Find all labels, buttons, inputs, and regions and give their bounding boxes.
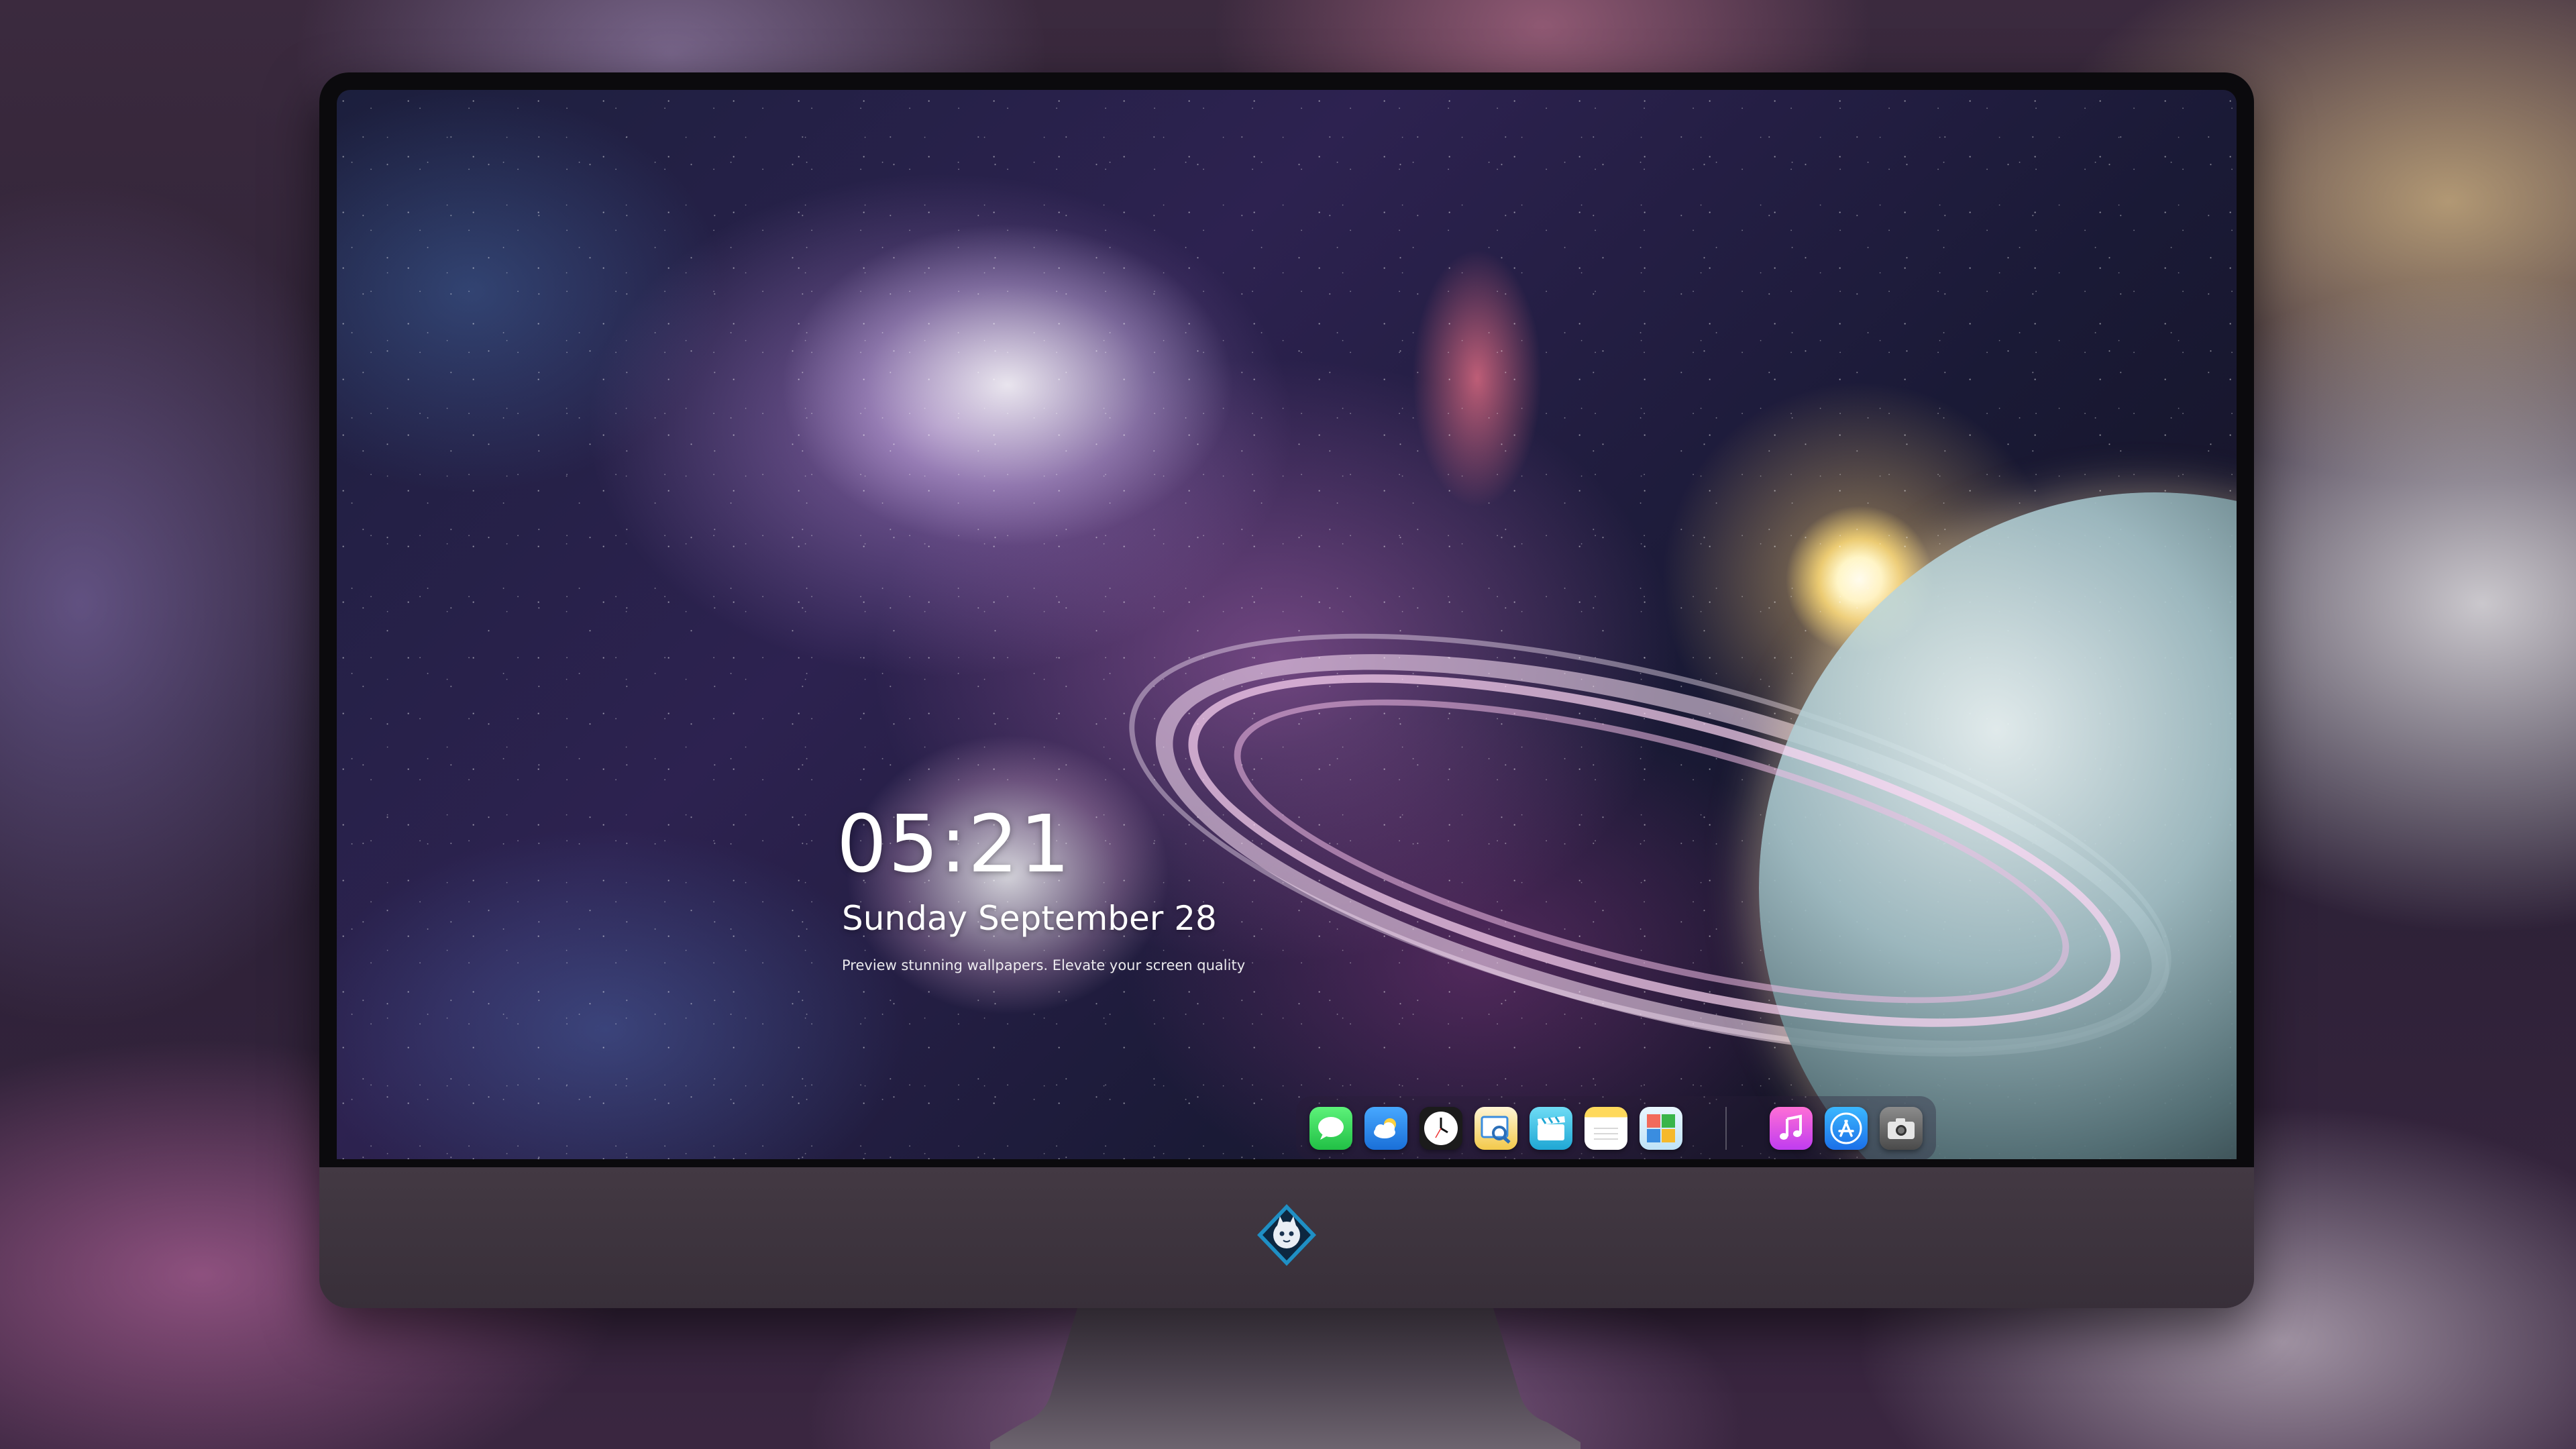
weather-app-icon[interactable] (1364, 1107, 1407, 1150)
wallpaper-tagline: Preview stunning wallpapers. Elevate you… (842, 957, 1246, 973)
clock-time: 05:21 (837, 798, 1072, 890)
monitor-stand (990, 1308, 1580, 1449)
messages-app-icon[interactable] (1309, 1107, 1352, 1150)
monitor: 05:21 Sunday September 28 Preview stunni… (319, 72, 2254, 1308)
photo-booth-app-icon[interactable] (1640, 1107, 1682, 1150)
app-store-app-icon[interactable] (1825, 1107, 1868, 1150)
desktop-screen: 05:21 Sunday September 28 Preview stunni… (337, 90, 2237, 1159)
music-note-icon (1780, 1114, 1802, 1140)
photo-viewer-icon (1481, 1116, 1511, 1144)
clapperboard-icon (1538, 1116, 1565, 1140)
music-app-icon[interactable] (1770, 1107, 1813, 1150)
photo-grid-icon (1647, 1114, 1675, 1142)
notes-icon (1594, 1128, 1618, 1140)
dock (1296, 1096, 1936, 1159)
camera-icon (1888, 1118, 1915, 1139)
dock-separator (1725, 1107, 1727, 1150)
cloud-sun-icon (1374, 1118, 1396, 1138)
monitor-bezel: 05:21 Sunday September 28 Preview stunni… (319, 72, 2254, 1167)
app-store-icon (1830, 1112, 1862, 1144)
lockscreen-info: 05:21 Sunday September 28 Preview stunni… (837, 804, 1245, 973)
clock-app-icon[interactable] (1419, 1107, 1462, 1150)
clock-date: Sunday September 28 (842, 899, 1217, 938)
chat-bubble-icon (1318, 1117, 1344, 1140)
notes-app-icon[interactable] (1585, 1107, 1627, 1150)
preview-app-icon[interactable] (1474, 1107, 1517, 1150)
clock-icon (1424, 1112, 1458, 1145)
camera-app-icon[interactable] (1880, 1107, 1923, 1150)
clips-app-icon[interactable] (1529, 1107, 1572, 1150)
brand-badge-icon (1257, 1204, 1316, 1266)
blurred-background: 05:21 Sunday September 28 Preview stunni… (0, 0, 2576, 1449)
